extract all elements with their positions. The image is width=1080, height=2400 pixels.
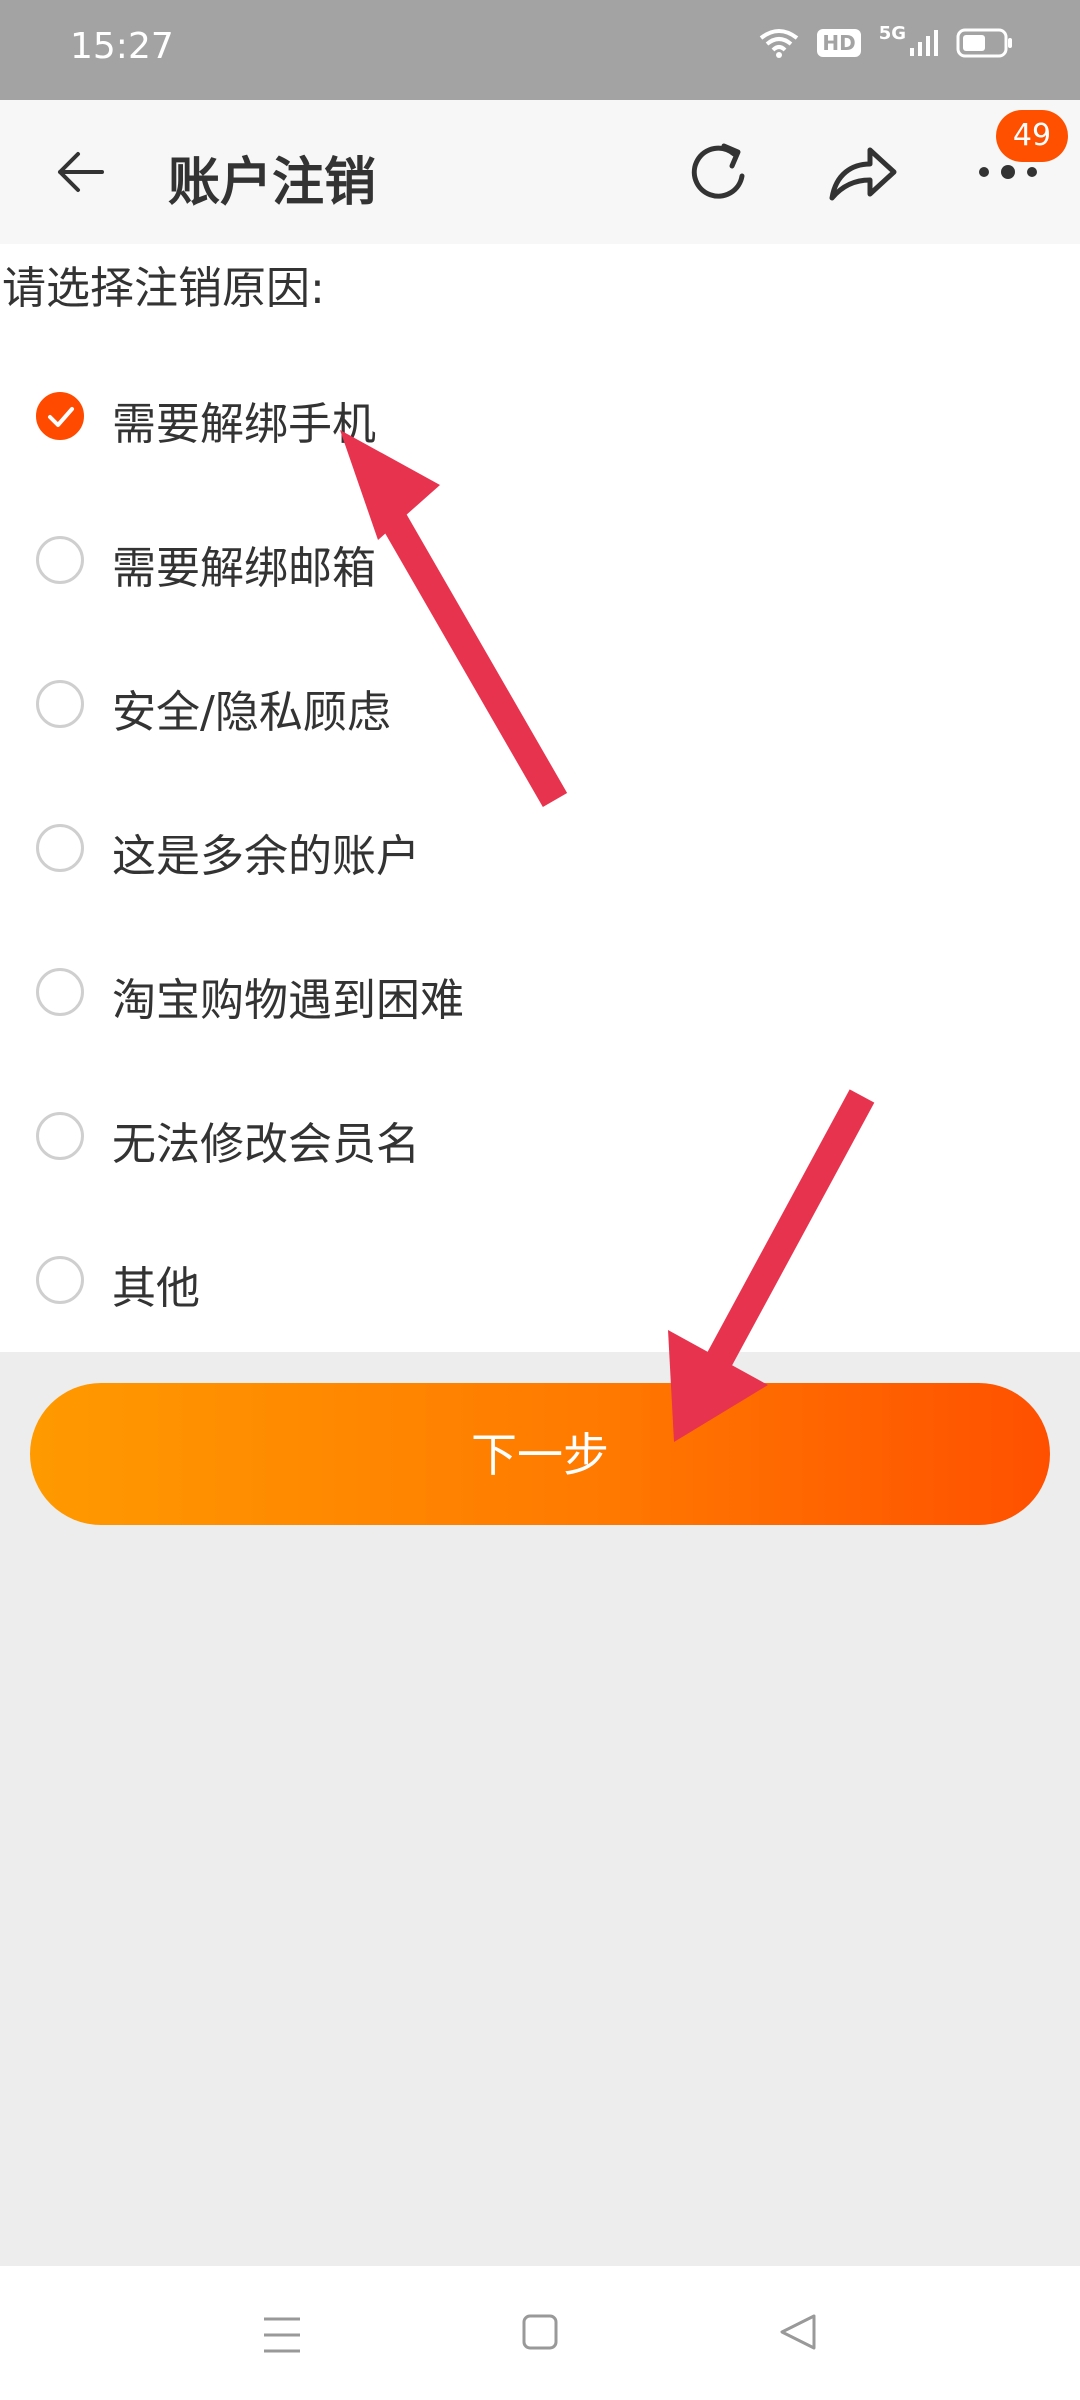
option-label: 这是多余的账户 [112, 831, 420, 882]
system-nav-bar [0, 2266, 1080, 2400]
page-title: 账户注销 [168, 153, 377, 213]
home-icon[interactable] [520, 2312, 560, 2352]
menu-icon[interactable] [262, 2316, 302, 2354]
radio-unchecked[interactable] [36, 1112, 84, 1160]
check-icon [48, 407, 74, 427]
reason-option[interactable]: 安全/隐私顾虑 [0, 632, 1080, 776]
back-arrow-icon[interactable] [52, 144, 108, 200]
option-label: 需要解绑手机 [112, 399, 376, 450]
reason-option[interactable]: 其他 [0, 1208, 1080, 1352]
reason-option[interactable]: 这是多余的账户 [0, 776, 1080, 920]
option-label: 安全/隐私顾虑 [112, 687, 391, 738]
radio-unchecked[interactable] [36, 536, 84, 584]
radio-checked[interactable] [36, 392, 84, 440]
back-triangle-icon[interactable] [778, 2312, 818, 2352]
reason-option[interactable]: 无法修改会员名 [0, 1064, 1080, 1208]
hd-badge: HD [817, 29, 861, 57]
radio-unchecked[interactable] [36, 968, 84, 1016]
nav-bar: 账户注销 [0, 100, 1080, 244]
option-label: 无法修改会员名 [112, 1119, 420, 1170]
radio-unchecked[interactable] [36, 1256, 84, 1304]
reason-option[interactable]: 需要解绑邮箱 [0, 488, 1080, 632]
reason-option[interactable]: 淘宝购物遇到困难 [0, 920, 1080, 1064]
form-prompt: 请选择注销原因: [2, 263, 325, 314]
option-label: 其他 [112, 1263, 200, 1314]
option-label: 淘宝购物遇到困难 [112, 975, 464, 1026]
signal-icon [910, 30, 938, 56]
battery-icon [956, 28, 1012, 58]
reason-option[interactable]: 需要解绑手机 [0, 344, 1080, 488]
status-icons: HD 5G [759, 23, 1014, 58]
share-icon[interactable] [826, 138, 900, 208]
network-label: 5G [878, 22, 906, 44]
next-button[interactable]: 下一步 [30, 1383, 1050, 1525]
status-time: 15:27 [70, 26, 174, 67]
option-label: 需要解绑邮箱 [112, 543, 376, 594]
radio-unchecked[interactable] [36, 824, 84, 872]
reason-form: 请选择注销原因: 需要解绑手机 需要解绑邮箱 安全/隐私顾虑 这是多余的账户 淘… [0, 244, 1080, 1352]
radio-unchecked[interactable] [36, 680, 84, 728]
notification-badge: 49 [996, 110, 1068, 162]
wifi-icon [760, 29, 799, 58]
status-bar: 15:27 HD 5G [0, 0, 1080, 100]
refresh-icon[interactable] [684, 138, 754, 208]
